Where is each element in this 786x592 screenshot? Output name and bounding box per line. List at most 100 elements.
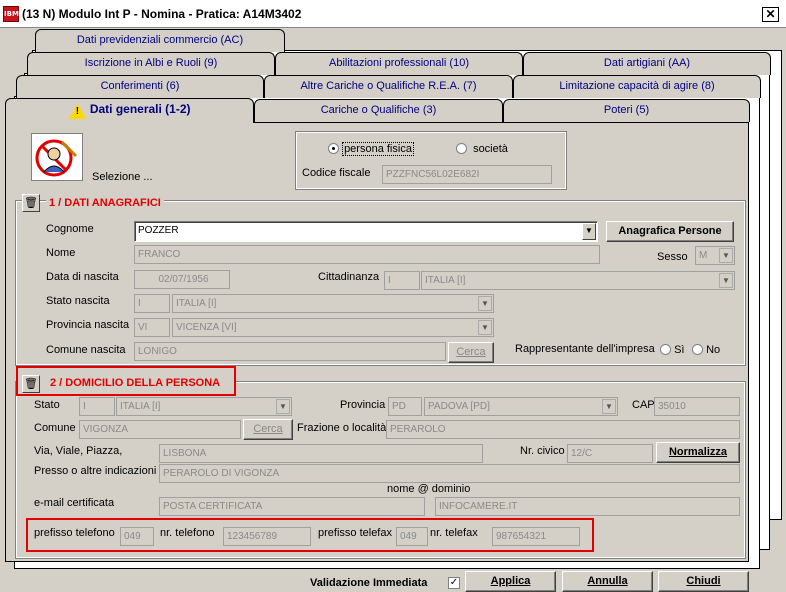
cognome-label: Cognome xyxy=(46,223,94,235)
tab-conferimenti[interactable]: Conferimenti (6) xyxy=(16,75,264,98)
stato-nascita-code-field[interactable]: I xyxy=(134,294,170,313)
prefisso-telefax-field[interactable]: 049 xyxy=(396,527,428,546)
radio-persona-fisica-circle[interactable] xyxy=(328,143,339,154)
email-name-field[interactable]: POSTA CERTIFICATA xyxy=(159,497,425,516)
stato-nascita-select[interactable]: ITALIA [I] ▼ xyxy=(172,294,494,313)
stato-domicilio-select[interactable]: ITALIA [I] ▼ xyxy=(116,397,292,416)
presso-field[interactable]: PERAROLO DI VIGONZA xyxy=(159,464,740,483)
tab-iscrizione-albi[interactable]: Iscrizione in Albi e Ruoli (9) xyxy=(27,52,275,75)
tab-altre-cariche[interactable]: Altre Cariche o Qualifiche R.E.A. (7) xyxy=(264,75,513,98)
provincia-nascita-dropdown-icon[interactable]: ▼ xyxy=(478,320,492,335)
tab-dati-artigiani[interactable]: Dati artigiani (AA) xyxy=(523,52,771,75)
sesso-dropdown-icon[interactable]: ▼ xyxy=(719,248,733,263)
comune-nascita-label: Comune nascita xyxy=(46,344,126,356)
section1-title: 1 / DATI ANAGRAFICI xyxy=(46,197,164,209)
tab-limitazione[interactable]: Limitazione capacità di agire (8) xyxy=(513,75,761,98)
comune-domicilio-label: Comune xyxy=(34,422,76,434)
radio-persona-fisica-label: persona fisica xyxy=(342,142,414,156)
cerca-button-domicilio[interactable]: Cerca xyxy=(243,419,293,440)
radio-persona-fisica[interactable]: persona fisica xyxy=(328,142,414,156)
radio-si-label: Sì xyxy=(674,344,685,356)
telefono-field[interactable]: 123456789 xyxy=(223,527,311,546)
radio-no[interactable]: No xyxy=(692,344,720,356)
radio-societa[interactable]: società xyxy=(456,143,508,155)
comune-nascita-field[interactable]: LONIGO xyxy=(134,342,446,361)
nome-field[interactable]: FRANCO xyxy=(134,245,600,264)
cerca-nascita-label: Cerca xyxy=(456,346,486,358)
normalizza-label: Normalizza xyxy=(668,446,728,458)
radio-societa-circle[interactable] xyxy=(456,143,467,154)
person-avatar-icon[interactable] xyxy=(31,133,83,181)
anagrafica-persone-button[interactable]: Anagrafica Persone xyxy=(606,221,734,242)
app-icon: IBM xyxy=(3,6,19,22)
warning-icon: ! xyxy=(68,104,87,119)
radio-no-circle[interactable] xyxy=(692,344,703,355)
section2-title: 2 / DOMICILIO DELLA PERSONA xyxy=(50,377,221,389)
presso-label: Presso o altre indicazioni xyxy=(34,465,157,477)
annulla-button[interactable]: Annulla xyxy=(562,571,653,592)
normalizza-button[interactable]: Normalizza xyxy=(656,442,740,463)
sesso-value: M xyxy=(699,250,708,261)
frazione-label: Frazione o località xyxy=(297,422,387,434)
tab-dati-previdenziali[interactable]: Dati previdenziali commercio (AC) xyxy=(35,29,285,52)
provincia-nascita-code-field[interactable]: VI xyxy=(134,318,170,337)
validazione-checkbox[interactable]: ✓ xyxy=(448,577,460,589)
trash-icon-section1[interactable]: 🗑 xyxy=(22,194,40,212)
data-nascita-field[interactable]: 02/07/1956 xyxy=(134,270,230,289)
cittadinanza-value: ITALIA [I] xyxy=(425,275,466,286)
provincia-domicilio-dropdown-icon[interactable]: ▼ xyxy=(602,399,616,414)
provincia-nascita-select[interactable]: VICENZA [VI] ▼ xyxy=(172,318,494,337)
stato-domicilio-dropdown-icon[interactable]: ▼ xyxy=(276,399,290,414)
provincia-domicilio-code-field[interactable]: PD xyxy=(388,397,422,416)
email-header: nome @ dominio xyxy=(387,483,471,495)
trash-icon-section2[interactable]: 🗑 xyxy=(22,375,40,393)
tab-dati-generali[interactable]: ! Dati generali (1-2) xyxy=(5,98,254,123)
chiudi-label: Chiudi xyxy=(686,575,721,587)
civico-field[interactable]: 12/C xyxy=(567,444,653,463)
frazione-field[interactable]: PERAROLO xyxy=(386,420,740,439)
annulla-label: Annulla xyxy=(587,575,628,587)
tab-poteri[interactable]: Poteri (5) xyxy=(503,99,750,122)
stato-nascita-dropdown-icon[interactable]: ▼ xyxy=(478,296,492,311)
chiudi-button[interactable]: Chiudi xyxy=(658,571,749,592)
cittadinanza-code-field[interactable]: I xyxy=(384,271,420,290)
cap-field[interactable]: 35010 xyxy=(654,397,740,416)
cap-label: CAP xyxy=(632,399,655,411)
cittadinanza-select[interactable]: ITALIA [I] ▼ xyxy=(421,271,735,290)
prefisso-telefono-field[interactable]: 049 xyxy=(120,527,154,546)
telefono-label: nr. telefono xyxy=(160,527,215,539)
radio-societa-label: società xyxy=(473,143,508,155)
validazione-label: Validazione Immediata xyxy=(310,577,428,589)
applica-button[interactable]: Applica xyxy=(465,571,556,592)
cognome-dropdown-icon[interactable]: ▼ xyxy=(582,223,596,240)
cognome-field[interactable]: POZZER ▼ xyxy=(134,221,598,242)
data-nascita-label: Data di nascita xyxy=(46,271,119,283)
prefisso-telefono-label: prefisso telefono xyxy=(34,527,115,539)
sesso-field[interactable]: M ▼ xyxy=(695,246,735,265)
civico-label: Nr. civico xyxy=(520,445,565,457)
comune-domicilio-field[interactable]: VIGONZA xyxy=(79,420,241,439)
codice-fiscale-field[interactable]: PZZFNC56L02E682I xyxy=(382,165,552,184)
prefisso-telefax-label: prefisso telefax xyxy=(318,527,392,539)
nome-label: Nome xyxy=(46,247,76,259)
tab-abilitazioni[interactable]: Abilitazioni professionali (10) xyxy=(275,52,523,75)
via-label: Via, Viale, Piazza, xyxy=(34,445,123,457)
stato-domicilio-code-field[interactable]: I xyxy=(79,397,115,416)
telefax-field[interactable]: 987654321 xyxy=(492,527,580,546)
radio-si-circle[interactable] xyxy=(660,344,671,355)
radio-si[interactable]: Sì xyxy=(660,344,684,356)
provincia-domicilio-value: PADOVA [PD] xyxy=(428,401,490,412)
window-title: (13 N) Modulo Int P - Nomina - Pratica: … xyxy=(22,7,302,21)
provincia-domicilio-select[interactable]: PADOVA [PD] ▼ xyxy=(424,397,618,416)
sesso-label: Sesso xyxy=(657,251,688,263)
close-button[interactable]: ✕ xyxy=(762,7,779,22)
tab-cariche-qualifiche[interactable]: Cariche o Qualifiche (3) xyxy=(254,99,503,122)
provincia-nascita-label: Provincia nascita xyxy=(46,319,130,331)
main-panel: Selezione ... persona fisica società Cod… xyxy=(5,122,749,562)
cerca-button-nascita[interactable]: Cerca xyxy=(448,342,494,363)
via-field[interactable]: LISBONA xyxy=(159,444,483,463)
selezione-label: Selezione ... xyxy=(92,171,153,183)
email-domain-field[interactable]: INFOCAMERE.IT xyxy=(435,497,740,516)
provincia-nascita-value: VICENZA [VI] xyxy=(176,322,237,333)
cittadinanza-dropdown-icon[interactable]: ▼ xyxy=(719,273,733,288)
